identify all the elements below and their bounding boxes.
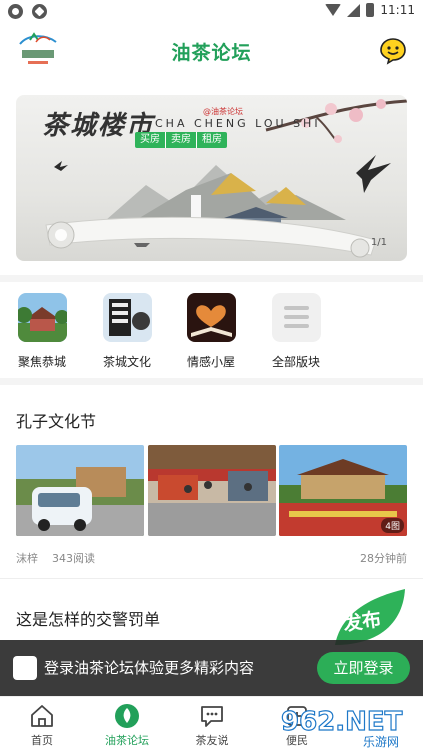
banner-page-indicator: 1/1: [370, 237, 387, 248]
chat-icon: [201, 706, 223, 727]
login-prompt: 登录油茶论坛体验更多精彩内容: [44, 659, 255, 677]
tea-culture-icon: [102, 293, 152, 342]
login-button[interactable]: 立即登录: [317, 652, 410, 684]
section-label: 聚焦恭城: [17, 355, 66, 369]
section-item-all-sections[interactable]: 全部版块: [261, 293, 331, 370]
post-image: [16, 445, 144, 536]
wifi-icon: [325, 4, 342, 16]
image-count-badge: 4图: [381, 518, 404, 533]
banner-subtitle: CHA CHENG LOU SHI: [155, 117, 321, 130]
post-author: 沫梓: [16, 552, 38, 565]
post-time: 28分钟前: [360, 552, 407, 565]
watermark-subtext: 乐游网: [363, 735, 399, 749]
post-image: [148, 445, 276, 536]
temple-photo-icon: [15, 293, 69, 342]
section-item-tea-culture[interactable]: 茶城文化: [92, 293, 162, 370]
section-grid: 聚焦恭城 茶城文化 情感小屋 全部版块: [0, 283, 423, 378]
page-title: 油茶论坛: [171, 42, 252, 64]
divider: [0, 378, 423, 385]
forum-icon: [115, 704, 139, 728]
post-image: 4图: [279, 445, 407, 536]
status-time: 11:11: [380, 3, 415, 17]
section-item-focus-gongcheng[interactable]: 聚焦恭城: [7, 293, 77, 370]
signal-icon: [347, 3, 361, 17]
banner-pill-sell: 卖房: [166, 132, 197, 148]
watermark-text: 962.NET: [281, 707, 403, 737]
post-views: 343阅读: [52, 552, 95, 565]
list-icon: [271, 293, 321, 342]
battery-icon: [366, 3, 375, 17]
banner-pill-buy: 买房: [135, 132, 166, 148]
tab-home[interactable]: 首页: [12, 703, 72, 748]
app-header: 油茶论坛: [0, 24, 423, 82]
home-icon: [31, 705, 53, 727]
banner-carousel[interactable]: 茶城楼市 @油茶论坛 CHA CHENG LOU SHI 买房 卖房 租房 1/…: [16, 95, 407, 261]
section-label: 情感小屋: [186, 355, 235, 369]
open-book-heart-icon: [186, 293, 236, 342]
section-label: 全部版块: [271, 355, 320, 369]
login-banner: 登录油茶论坛体验更多精彩内容 立即登录: [0, 640, 423, 696]
divider: [0, 275, 423, 282]
site-watermark: 962.NET 乐游网: [280, 703, 410, 749]
status-bar: 11:11: [0, 0, 423, 24]
section-label: 茶城文化: [102, 355, 151, 369]
banner-pill-group: 买房 卖房 租房: [135, 132, 227, 148]
banner-pill-rent: 租房: [202, 134, 222, 145]
divider: [0, 578, 423, 579]
post-title: 孔子文化节: [16, 412, 97, 431]
publish-label: 发布: [341, 608, 383, 636]
banner-tag: @油茶论坛: [203, 107, 243, 116]
tab-label: 油茶论坛: [105, 734, 149, 747]
post-title: 这是怎样的交警罚单: [16, 610, 161, 629]
notification-icon: [32, 4, 47, 19]
tab-label: 茶友说: [195, 734, 229, 747]
notification-icon: [8, 4, 23, 19]
tab-forum[interactable]: 油茶论坛: [97, 703, 157, 748]
message-bubble-icon[interactable]: [379, 37, 407, 65]
tab-tea-friends[interactable]: 茶友说: [182, 703, 242, 748]
section-item-emotion-cabin[interactable]: 情感小屋: [176, 293, 246, 370]
tab-label: 首页: [31, 734, 53, 747]
app-logo-small: [13, 656, 37, 680]
